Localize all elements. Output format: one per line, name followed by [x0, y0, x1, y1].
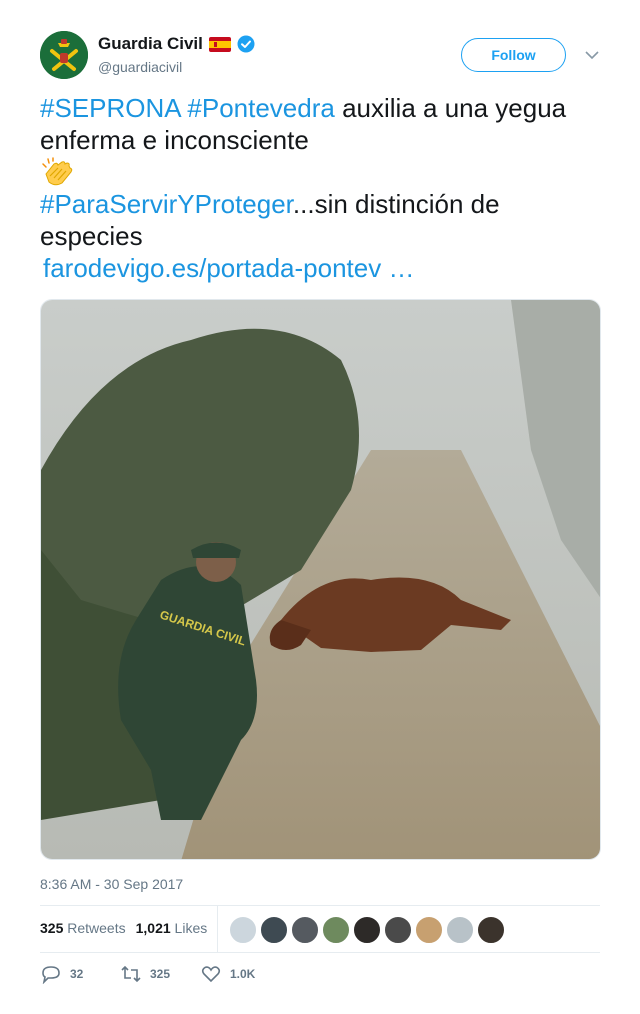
liker-avatar[interactable]	[260, 916, 288, 944]
chevron-down-icon[interactable]	[584, 48, 600, 62]
tweet-actions: 32 325 1.0K	[40, 964, 280, 984]
liker-avatar[interactable]	[415, 916, 443, 944]
retweet-button[interactable]: 325	[120, 964, 200, 984]
liker-avatar[interactable]	[384, 916, 412, 944]
photo-scene: GUARDIA CIVIL	[41, 300, 600, 859]
divider	[217, 906, 218, 952]
reply-button[interactable]: 32	[40, 964, 120, 984]
likes-stat[interactable]: 1,021 Likes	[136, 920, 208, 936]
guardia-civil-emblem-icon	[40, 31, 88, 79]
profile-avatar[interactable]	[40, 31, 88, 79]
tweet-text-part: auxilia a una yegua	[334, 93, 567, 123]
user-name[interactable]: Guardia Civil	[98, 34, 203, 54]
liker-avatar[interactable]	[353, 916, 381, 944]
engagement-stats: 325 Retweets 1,021 Likes	[40, 920, 207, 936]
liker-avatar[interactable]	[446, 916, 474, 944]
like-button[interactable]: 1.0K	[200, 964, 280, 984]
retweet-icon	[121, 965, 141, 983]
verified-badge-icon	[237, 35, 255, 53]
user-handle[interactable]: @guardiacivil	[98, 59, 182, 75]
tweet-text: #SEPRONA #Pontevedra auxilia a una yegua…	[40, 92, 610, 284]
clapping-hands-icon	[40, 156, 76, 188]
liker-avatar[interactable]	[229, 916, 257, 944]
user-name-row[interactable]: Guardia Civil	[98, 34, 255, 54]
follow-button[interactable]: Follow	[461, 38, 566, 72]
article-link[interactable]: farodevigo.es/portada-pontev …	[40, 252, 610, 284]
divider	[40, 905, 600, 906]
tweet-text-part: especies	[40, 221, 143, 251]
liker-avatar[interactable]	[322, 916, 350, 944]
spain-flag-icon	[208, 36, 231, 52]
heart-icon	[201, 966, 221, 983]
hashtag-paraservir[interactable]: #ParaServirYProteger	[40, 189, 293, 219]
retweets-stat[interactable]: 325 Retweets	[40, 920, 126, 936]
hashtag-seprona[interactable]: #SEPRONA	[40, 93, 180, 123]
tweet-timestamp[interactable]: 8:36 AM - 30 Sep 2017	[40, 876, 183, 892]
reply-icon	[42, 966, 60, 984]
tweet-text-part: ...sin distinción de	[292, 189, 500, 219]
hashtag-pontevedra[interactable]: #Pontevedra	[187, 93, 334, 123]
liker-avatar[interactable]	[291, 916, 319, 944]
tweet-photo[interactable]: GUARDIA CIVIL	[40, 299, 601, 860]
divider	[40, 952, 600, 953]
likers-avatars	[229, 916, 505, 944]
tweet-text-part: enferma e inconsciente	[40, 125, 309, 155]
liker-avatar[interactable]	[477, 916, 505, 944]
